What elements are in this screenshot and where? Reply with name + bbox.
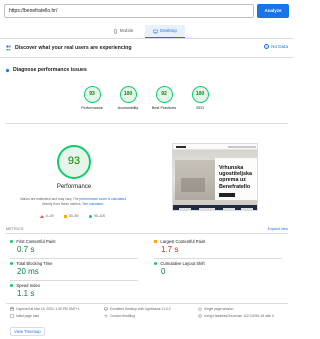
desktop-icon <box>104 307 108 311</box>
average-square-icon <box>154 239 158 244</box>
view-treemap-button[interactable]: View Treemap <box>10 327 45 336</box>
runinfo-browser: Using HeadlessChromium 122.0.6261.94 wit… <box>198 314 274 318</box>
runinfo-text: Custom throttling <box>110 314 135 318</box>
runinfo-session: Single page session <box>198 307 234 311</box>
site-menu <box>228 146 256 148</box>
metrics-divider <box>6 233 288 234</box>
runinfo-text: Using HeadlessChromium 122.0.6261.94 wit… <box>204 314 274 318</box>
tabs-divider <box>0 38 294 39</box>
runinfo-text: Single page session <box>204 307 234 311</box>
url-input[interactable]: https://benefratello.hr/ <box>4 4 254 18</box>
gauges-divider <box>6 123 288 124</box>
metric-divider <box>10 280 138 281</box>
desktop-icon <box>153 29 158 33</box>
category-seo[interactable]: 100 SEO <box>178 86 222 110</box>
screenshot-footer-bar <box>173 205 257 210</box>
note-text: directly from these metrics. <box>42 201 82 206</box>
site-logo <box>176 145 186 148</box>
seo-gauge: 100 <box>191 86 209 103</box>
accessibility-gauge: 100 <box>119 86 137 103</box>
performance-gauge: 93 <box>83 86 101 103</box>
tab-mobile-label: Mobile <box>119 28 134 33</box>
runinfo-text: Emulated Desktop with Lighthouse 11.0.0 <box>110 307 171 311</box>
legend-good: 90–100 <box>89 214 105 218</box>
crux-status-label: No Data <box>271 44 288 49</box>
metric-value-cls: 0 <box>161 267 166 276</box>
metric-fcp: First Contentful Paint <box>10 239 56 244</box>
metric-tbt: Total Blocking Time <box>10 261 52 266</box>
legend-label: 90–100 <box>94 214 106 218</box>
legend-poor: 0–49 <box>40 214 54 218</box>
legend-label: 50–89 <box>69 214 79 218</box>
section-divider <box>0 57 294 58</box>
hero-photo-detail <box>181 178 205 192</box>
timer-icon <box>198 307 202 311</box>
metric-label: First Contentful Paint <box>16 239 56 244</box>
diagnose-title: Diagnose performance issues <box>13 67 87 73</box>
screenshot-headline: Vrhunska ugostiteljska oprema uz Benefra… <box>219 165 252 190</box>
crux-title: Discover what your real users are experi… <box>15 44 132 51</box>
note-text: Values are estimated and may vary. The <box>19 197 79 201</box>
metric-label: Total Blocking Time <box>16 261 53 266</box>
pass-circle-icon <box>10 261 14 266</box>
legend-label: 0–49 <box>46 214 54 218</box>
browser-icon <box>198 314 202 318</box>
pass-circle-icon <box>10 283 14 288</box>
info-icon: i <box>264 44 270 49</box>
metric-value-lcp: 1.7 s <box>161 245 179 254</box>
performance-score-gauge: 93 <box>57 145 91 179</box>
metrics-label: METRICS <box>6 227 24 231</box>
page-screenshot: Vrhunska ugostiteljska oprema uz Benefra… <box>172 143 258 211</box>
metric-si: Speed Index <box>10 283 40 288</box>
runinfo-initial-load: Initial page load <box>10 314 39 318</box>
screenshot-cta <box>219 193 235 197</box>
metric-label: Speed Index <box>16 283 40 288</box>
runinfo-captured: Captured at Mar 15, 2024, 1:45 PM GMT+1 <box>10 307 80 311</box>
metric-value-si: 1.1 s <box>17 289 35 298</box>
runinfo-text: Initial page load <box>16 314 40 318</box>
score-calculated-link[interactable]: performance score is calculated <box>80 197 127 201</box>
calculator-link[interactable]: See calculator. <box>82 202 104 206</box>
performance-title: Performance <box>56 184 92 190</box>
runinfo-throttling: Custom throttling <box>104 314 135 318</box>
metric-divider <box>154 258 282 259</box>
metric-cls: Cumulative Layout Shift <box>154 261 205 266</box>
best-practices-gauge: 92 <box>155 86 173 103</box>
tab-mobile[interactable]: Mobile <box>106 25 140 37</box>
runinfo-text: Captured at Mar 15, 2024, 1:45 PM GMT+1 <box>16 307 80 311</box>
average-square-icon <box>64 214 67 218</box>
performance-note: Values are estimated and may vary. The p… <box>18 197 128 207</box>
expand-view-toggle[interactable]: Expand view <box>268 227 288 231</box>
legend-average: 50–89 <box>64 214 78 218</box>
metric-divider <box>10 258 138 259</box>
fail-triangle-icon <box>40 214 44 218</box>
wifi-icon <box>104 314 108 318</box>
runinfo-emulated: Emulated Desktop with Lighthouse 11.0.0 <box>104 307 171 311</box>
tab-desktop[interactable]: Desktop <box>145 25 185 37</box>
lab-data-icon <box>5 67 10 73</box>
crux-section-header[interactable]: Discover what your real users are experi… <box>5 44 131 51</box>
page-load-icon <box>10 314 14 318</box>
metric-label: Largest Contentful Paint <box>160 239 206 244</box>
runinfo-divider <box>6 303 288 304</box>
pass-circle-icon <box>154 261 158 266</box>
tab-desktop-label: Desktop <box>160 28 177 33</box>
pass-circle-icon <box>89 214 92 218</box>
diagnose-section-header[interactable]: Diagnose performance issues <box>5 67 87 73</box>
metric-lcp: Largest Contentful Paint <box>154 239 205 244</box>
mobile-icon <box>113 28 117 34</box>
metric-value-tbt: 20 ms <box>17 267 39 276</box>
metric-value-fcp: 0.7 s <box>17 245 35 254</box>
category-label: SEO <box>195 106 205 110</box>
metric-label: Cumulative Layout Shift <box>160 261 205 266</box>
users-icon <box>5 45 12 51</box>
calendar-icon <box>10 307 14 311</box>
analyze-button[interactable]: Analyze <box>257 4 289 18</box>
crux-status[interactable]: i No Data <box>264 44 288 49</box>
pass-circle-icon <box>10 239 14 244</box>
